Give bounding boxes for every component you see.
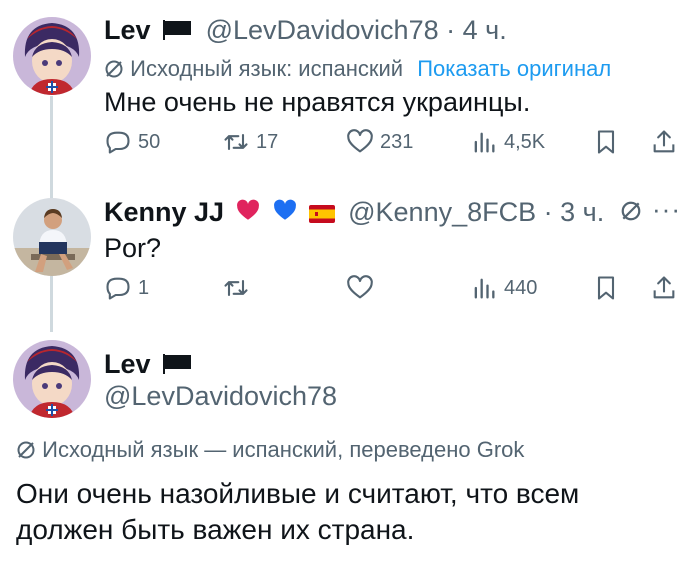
heart-icon <box>347 275 373 299</box>
retweet-count: 17 <box>256 130 279 153</box>
bookmark-icon <box>597 130 615 154</box>
reply-count: 50 <box>138 130 161 153</box>
reply-count: 1 <box>138 276 150 299</box>
tweet-text-line-2: должен быть важен их страна. <box>16 514 415 545</box>
like-count: 231 <box>380 130 414 153</box>
reply-icon <box>106 277 130 300</box>
black-flag-icon <box>162 350 192 382</box>
share-icon <box>653 276 675 299</box>
share-icon <box>653 130 675 153</box>
separator: · <box>543 197 553 227</box>
more-options-button[interactable]: ··· <box>652 194 681 225</box>
like-button[interactable] <box>346 274 380 302</box>
retweet-button[interactable]: 17 <box>222 128 278 156</box>
action-bar: 50 17 231 4,5K <box>104 128 684 162</box>
handle[interactable]: @LevDavidovich78 <box>104 380 337 412</box>
bookmark-icon <box>597 276 615 300</box>
reply-button[interactable]: 50 <box>104 128 160 156</box>
retweet-button[interactable] <box>222 274 256 302</box>
views-icon <box>474 278 495 299</box>
action-bar: 1 440 <box>104 274 684 308</box>
avatar[interactable] <box>13 17 91 95</box>
tweet-header: Lev @LevDavidovich78 · 4 ч. <box>104 14 507 48</box>
handle[interactable]: @LevDavidovich78 <box>206 15 439 45</box>
share-button[interactable] <box>650 274 684 302</box>
timestamp[interactable]: 3 ч. <box>560 197 604 227</box>
translation-label: Исходный язык — испанский, переведено Gr… <box>42 437 525 462</box>
tweet-2[interactable]: Kenny JJ @Kenny_8FCB · 3 ч. ··· Por? 1 4… <box>0 190 700 340</box>
tweet-3-focused[interactable]: Lev @LevDavidovich78 Исходный язык — исп… <box>0 340 700 566</box>
retweet-icon <box>224 133 248 151</box>
tweet-header-name: Lev <box>104 348 192 382</box>
translation-note: Исходный язык: испанский Показать оригин… <box>104 55 611 86</box>
bookmark-button[interactable] <box>592 128 626 156</box>
tweet-header: Kenny JJ @Kenny_8FCB · 3 ч. <box>104 196 604 230</box>
share-button[interactable] <box>650 128 684 156</box>
tweet-text-line-1: Они очень назойливые и считают, что всем <box>16 478 580 509</box>
tweet-text: Мне очень не нравятся украинцы. <box>104 87 531 117</box>
views-icon <box>474 132 495 153</box>
display-name[interactable]: Lev <box>104 15 151 45</box>
reply-button[interactable]: 1 <box>104 274 149 302</box>
display-name[interactable]: Kenny JJ <box>104 197 224 227</box>
show-original-link[interactable]: Показать оригинал <box>417 56 611 81</box>
reply-icon <box>106 131 130 154</box>
translate-slash-icon <box>16 439 36 467</box>
spain-flag-icon <box>308 198 335 230</box>
views-count: 440 <box>504 276 538 299</box>
black-flag-icon <box>162 16 192 48</box>
display-name[interactable]: Lev <box>104 349 151 379</box>
views-count: 4,5K <box>504 130 546 153</box>
separator: · <box>446 15 456 45</box>
heart-icon <box>347 129 373 153</box>
translate-slash-icon[interactable] <box>620 200 642 227</box>
views-button[interactable]: 440 <box>470 274 537 302</box>
views-button[interactable]: 4,5K <box>470 128 545 156</box>
avatar[interactable] <box>13 340 91 418</box>
translation-label: Исходный язык: испанский <box>130 56 404 81</box>
blue-heart-icon <box>271 197 299 230</box>
timestamp[interactable]: 4 ч. <box>463 15 507 45</box>
translation-note: Исходный язык — испанский, переведено Gr… <box>16 436 524 467</box>
tweet-text: Por? <box>104 233 162 263</box>
tweet-1[interactable]: Lev @LevDavidovich78 · 4 ч. Исходный язы… <box>0 0 700 190</box>
bookmark-button[interactable] <box>592 274 626 302</box>
retweet-icon <box>224 279 248 297</box>
handle[interactable]: @Kenny_8FCB <box>348 197 536 227</box>
avatar[interactable] <box>13 198 91 276</box>
red-heart-icon <box>234 197 262 230</box>
like-button[interactable]: 231 <box>346 128 413 156</box>
translate-slash-icon <box>104 58 124 86</box>
